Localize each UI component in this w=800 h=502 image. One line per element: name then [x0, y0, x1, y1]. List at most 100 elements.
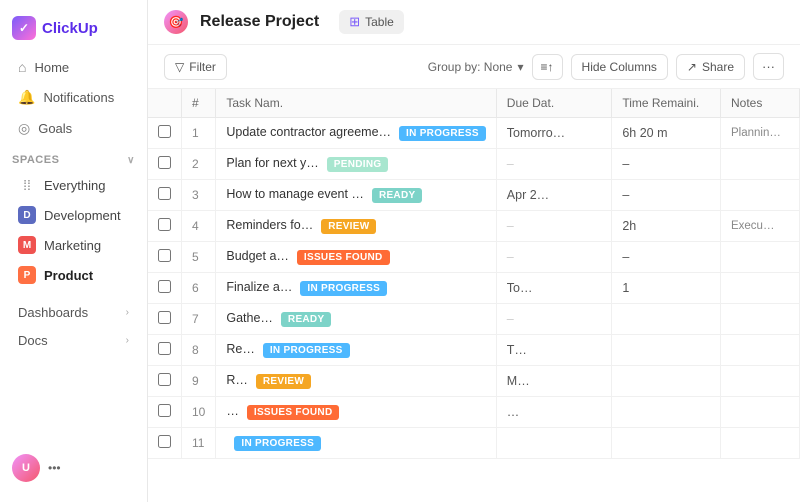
row-time-remaining: 2h: [612, 211, 721, 242]
row-notes: Plannin…: [720, 118, 799, 149]
row-due-date: Apr 2…: [496, 180, 612, 211]
user-profile[interactable]: U •••: [0, 446, 147, 490]
table-row[interactable]: 9R…REVIEWM…: [148, 366, 800, 397]
toolbar: ▽ Filter Group by: None ▾ ≡↑ Hide Column…: [148, 45, 800, 89]
nav-home-label: Home: [34, 60, 69, 75]
row-num: 2: [182, 149, 216, 180]
row-task-name[interactable]: Budget a… ISSUES FOUND: [216, 242, 496, 273]
row-num: 3: [182, 180, 216, 211]
row-time-remaining: [612, 304, 721, 335]
row-due-date: [496, 428, 612, 459]
more-options-button[interactable]: ···: [753, 53, 784, 80]
row-time-remaining: 6h 20 m: [612, 118, 721, 149]
table-row[interactable]: 5Budget a…ISSUES FOUND––: [148, 242, 800, 273]
spaces-chevron[interactable]: ∨: [127, 155, 135, 166]
row-checkbox[interactable]: [148, 118, 182, 149]
hide-columns-button[interactable]: Hide Columns: [571, 54, 668, 80]
app-logo[interactable]: ✓ ClickUp: [0, 12, 147, 52]
sidebar-item-development[interactable]: D Development: [6, 201, 141, 229]
table-row[interactable]: 4Reminders fo…REVIEW–2hExecu…: [148, 211, 800, 242]
col-task-name[interactable]: Task Nam.: [216, 89, 496, 118]
table-row[interactable]: 7Gathe…READY–: [148, 304, 800, 335]
sidebar-nav-home[interactable]: ⌂ Home: [6, 53, 141, 81]
row-task-name[interactable]: Re…IN PROGRESS: [216, 335, 496, 366]
space-marketing-label: Marketing: [44, 238, 101, 253]
row-task-name[interactable]: Gathe…READY: [216, 304, 496, 335]
sidebar-item-everything[interactable]: ⁞⁞ Everything: [6, 171, 141, 199]
sort-button[interactable]: ≡↑: [532, 54, 563, 80]
row-task-name[interactable]: …ISSUES FOUND: [216, 397, 496, 428]
sidebar-item-marketing[interactable]: M Marketing: [6, 231, 141, 259]
row-notes: [720, 149, 799, 180]
status-badge: IN PROGRESS: [399, 126, 486, 141]
sidebar-bottom: Dashboards › Docs ›: [0, 298, 147, 355]
row-checkbox[interactable]: [148, 149, 182, 180]
table-row[interactable]: 6Finalize a…IN PROGRESSTo…1: [148, 273, 800, 304]
col-time-remaining[interactable]: Time Remaini.: [612, 89, 721, 118]
row-num: 4: [182, 211, 216, 242]
row-checkbox[interactable]: [148, 242, 182, 273]
row-checkbox[interactable]: [148, 335, 182, 366]
share-button[interactable]: ↗ Share: [676, 54, 745, 80]
row-notes: [720, 273, 799, 304]
table-row[interactable]: 2Plan for next y…PENDING––: [148, 149, 800, 180]
sidebar-nav-goals[interactable]: ◎ Goals: [6, 114, 141, 143]
row-task-name[interactable]: Reminders fo… REVIEW: [216, 211, 496, 242]
marketing-dot: M: [18, 236, 36, 254]
row-task-name[interactable]: IN PROGRESS: [216, 428, 496, 459]
home-icon: ⌂: [18, 59, 26, 75]
task-name-text: Budget a…: [226, 249, 289, 263]
sidebar: ✓ ClickUp ⌂ Home 🔔 Notifications ◎ Goals…: [0, 0, 148, 502]
status-badge: REVIEW: [321, 219, 376, 234]
row-due-date: Tomorro…: [496, 118, 612, 149]
sidebar-docs[interactable]: Docs ›: [6, 327, 141, 354]
sidebar-item-product[interactable]: P Product: [6, 261, 141, 289]
dashboards-label: Dashboards: [18, 305, 88, 320]
row-checkbox[interactable]: [148, 397, 182, 428]
col-due-date[interactable]: Due Dat.: [496, 89, 612, 118]
row-notes: [720, 304, 799, 335]
row-task-name[interactable]: How to manage event …READY: [216, 180, 496, 211]
table-row[interactable]: 8Re…IN PROGRESST…: [148, 335, 800, 366]
col-notes[interactable]: Notes: [720, 89, 799, 118]
row-due-date: –: [496, 149, 612, 180]
row-task-name[interactable]: Plan for next y…PENDING: [216, 149, 496, 180]
row-checkbox[interactable]: [148, 366, 182, 397]
row-task-name[interactable]: R…REVIEW: [216, 366, 496, 397]
table-view-tab[interactable]: ⊞ Table: [339, 10, 404, 34]
group-by-selector[interactable]: Group by: None ▾: [428, 60, 524, 74]
table-row[interactable]: 10…ISSUES FOUND…: [148, 397, 800, 428]
status-badge: READY: [281, 312, 332, 327]
filter-button[interactable]: ▽ Filter: [164, 54, 227, 80]
user-name: •••: [48, 461, 61, 475]
avatar: U: [12, 454, 40, 482]
row-task-name[interactable]: Finalize a…IN PROGRESS: [216, 273, 496, 304]
row-checkbox[interactable]: [148, 180, 182, 211]
row-checkbox[interactable]: [148, 428, 182, 459]
sidebar-dashboards[interactable]: Dashboards ›: [6, 299, 141, 326]
nav-notifications-label: Notifications: [43, 90, 114, 105]
page-header: 🎯 Release Project ⊞ Table: [148, 0, 800, 45]
status-badge: ISSUES FOUND: [297, 250, 390, 265]
filter-icon: ▽: [175, 60, 184, 74]
task-name-text: Reminders fo…: [226, 218, 313, 232]
row-task-name[interactable]: Update contractor agreeme… IN PROGRESS: [216, 118, 496, 149]
table-row[interactable]: 1Update contractor agreeme…IN PROGRESSTo…: [148, 118, 800, 149]
row-num: 7: [182, 304, 216, 335]
row-checkbox[interactable]: [148, 211, 182, 242]
sort-icon: ≡↑: [541, 60, 554, 74]
row-checkbox[interactable]: [148, 304, 182, 335]
sidebar-nav-notifications[interactable]: 🔔 Notifications: [6, 83, 141, 112]
table-row[interactable]: 11IN PROGRESS: [148, 428, 800, 459]
table-row[interactable]: 3How to manage event …READYApr 2…–: [148, 180, 800, 211]
row-notes: [720, 242, 799, 273]
row-num: 9: [182, 366, 216, 397]
row-checkbox[interactable]: [148, 273, 182, 304]
row-time-remaining: [612, 397, 721, 428]
row-due-date: T…: [496, 335, 612, 366]
row-due-date: –: [496, 211, 612, 242]
task-name-text: Update contractor agreeme…: [226, 125, 391, 139]
dashboards-chevron: ›: [126, 307, 129, 318]
task-table: # Task Nam. Due Dat. Time Remaini. Notes…: [148, 89, 800, 459]
docs-chevron: ›: [126, 335, 129, 346]
